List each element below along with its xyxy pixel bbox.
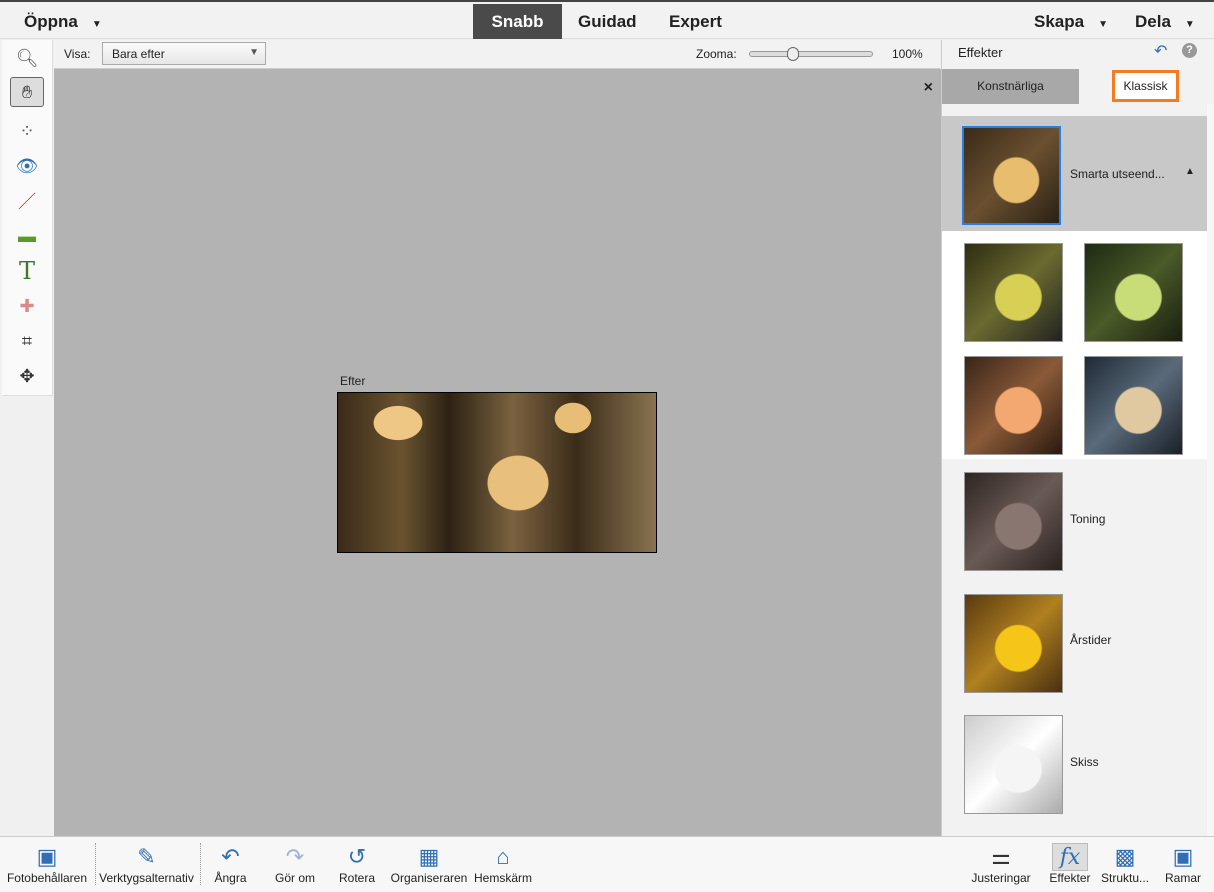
button-label: Justeringar — [971, 871, 1031, 885]
open-label: Öppna — [24, 12, 78, 31]
variant-thumbnail[interactable] — [1084, 243, 1183, 342]
item-label: Toning — [1070, 512, 1106, 526]
effects-list: Toning Årstider Skiss — [942, 459, 1207, 836]
button-label: Hemskärm — [473, 871, 532, 885]
zoom-tool-icon[interactable]: 🔍︎ — [10, 43, 44, 73]
thumbnail-toning[interactable] — [964, 472, 1063, 571]
spot-healing-tool-icon[interactable]: ✚ — [10, 291, 44, 321]
adjustments-button[interactable]: ⚌ Justeringar — [966, 843, 1036, 885]
undo-button[interactable]: ↶ Ångra — [200, 843, 260, 885]
home-screen-button[interactable]: ⌂ Hemskärm — [472, 843, 534, 885]
tab-klassisk[interactable]: Klassisk — [1112, 70, 1179, 102]
button-label: Ångra — [214, 871, 247, 885]
organizer-button[interactable]: ▦ Organiseraren — [388, 843, 470, 885]
redo-icon: ↷ — [285, 844, 305, 869]
thumbnail-sketch[interactable] — [964, 715, 1063, 814]
crop-tool-icon[interactable]: ⌗ — [10, 326, 44, 356]
chevron-down-icon: ▼ — [1098, 19, 1108, 30]
whiten-teeth-tool-icon[interactable]: ／ — [10, 186, 44, 216]
toolbox: 🔍︎ ✋︎ ⁘ 👁︎ ／ ▬ T ✚ ⌗ ✥ — [2, 40, 53, 396]
chevron-down-icon: ▼ — [249, 47, 259, 58]
button-label: Verktygsalternativ — [99, 871, 194, 885]
move-tool-icon[interactable]: ✥ — [10, 361, 44, 391]
mode-guidad[interactable]: Guidad — [578, 4, 637, 39]
thumbnail-seasons[interactable] — [964, 594, 1063, 693]
photo-bin-button[interactable]: ▣ Fotobehållaren — [2, 843, 92, 885]
bottom-bar: ▣ Fotobehållaren ✎ Verktygsalternativ ↶ Ång… — [0, 836, 1214, 892]
fx-icon: fx — [1052, 843, 1088, 871]
list-item-smart-looks[interactable]: Smarta utseend... ▲ — [942, 116, 1207, 231]
straighten-tool-icon[interactable]: ▬ — [10, 221, 44, 251]
red-eye-tool-icon[interactable]: 👁︎ — [10, 151, 44, 181]
variants-grid — [942, 231, 1207, 459]
item-label: Årstider — [1070, 633, 1112, 647]
button-label: Rotera — [338, 871, 376, 885]
textures-icon: ▩ — [1114, 844, 1136, 869]
photo-bin-icon: ▣ — [36, 844, 58, 869]
button-label: Organiseraren — [390, 871, 468, 885]
text-tool-icon[interactable]: T — [10, 256, 44, 286]
view-label: Visa: — [64, 47, 91, 61]
top-bar: Öppna ▼ Snabb Guidad Expert Skapa ▼ Dela ▼ — [0, 0, 1214, 39]
help-icon[interactable]: ? — [1182, 43, 1197, 58]
zoom-slider[interactable] — [749, 47, 873, 61]
view-value: Bara efter — [112, 47, 165, 61]
photo — [337, 392, 657, 553]
zoom-value: 100% — [892, 47, 923, 61]
tool-options-button[interactable]: ✎ Verktygsalternativ — [95, 843, 197, 885]
redo-button[interactable]: ↷ Gör om — [268, 843, 322, 885]
button-label: Fotobehållaren — [6, 871, 88, 885]
zoom-label: Zooma: — [696, 47, 737, 61]
frames-icon: ▣ — [1172, 844, 1194, 869]
tool-options-bar: Visa: Bara efter ▼ Zooma: 100% — [54, 40, 940, 69]
rotate-button[interactable]: ↺ Rotera — [330, 843, 384, 885]
share-label: Dela — [1135, 12, 1171, 31]
open-menu[interactable]: Öppna ▼ — [24, 4, 102, 39]
item-label: Skiss — [1070, 755, 1099, 769]
panel-title: Effekter — [958, 45, 1003, 60]
create-menu[interactable]: Skapa ▼ — [1034, 4, 1108, 39]
share-menu[interactable]: Dela ▼ — [1135, 4, 1195, 39]
tab-konstnarliga[interactable]: Konstnärliga — [942, 69, 1079, 104]
effects-button[interactable]: fx Effekter — [1044, 843, 1096, 885]
tool-options-icon: ✎ — [137, 844, 156, 869]
button-label: Gör om — [274, 871, 315, 885]
undo-icon: ↶ — [221, 844, 240, 869]
button-label: Ramar — [1164, 871, 1201, 885]
hand-tool-icon[interactable]: ✋︎ — [10, 77, 44, 107]
variant-thumbnail[interactable] — [1084, 356, 1183, 455]
button-label: Effekter — [1049, 871, 1091, 885]
effects-panel: Effekter ↶ ? Konstnärliga Klassisk Smart… — [941, 40, 1214, 836]
quick-selection-tool-icon[interactable]: ⁘ — [10, 116, 44, 146]
thumbnail — [962, 126, 1061, 225]
mode-expert[interactable]: Expert — [669, 4, 722, 39]
variant-thumbnail[interactable] — [964, 356, 1063, 455]
button-label: Struktu... — [1100, 871, 1150, 885]
frames-button[interactable]: ▣ Ramar — [1158, 843, 1208, 885]
mode-snabb[interactable]: Snabb — [473, 4, 562, 39]
organizer-icon: ▦ — [418, 844, 440, 869]
zoom-slider-handle[interactable] — [786, 47, 799, 61]
home-icon: ⌂ — [496, 844, 510, 869]
view-select[interactable]: Bara efter ▼ — [102, 42, 266, 65]
reset-icon[interactable]: ↶ — [1154, 41, 1167, 61]
item-label: Smarta utseend... — [1070, 167, 1165, 181]
close-icon[interactable]: × — [924, 79, 933, 97]
rotate-icon: ↺ — [347, 844, 367, 869]
chevron-down-icon: ▼ — [1184, 19, 1195, 30]
textures-button[interactable]: ▩ Struktu... — [1098, 843, 1152, 885]
variant-thumbnail[interactable] — [964, 243, 1063, 342]
image-view-label: Efter — [340, 374, 366, 388]
create-label: Skapa — [1034, 12, 1085, 31]
adjustments-icon: ⚌ — [991, 844, 1011, 869]
scrollbar[interactable] — [1207, 104, 1214, 836]
chevron-down-icon: ▼ — [91, 19, 102, 30]
chevron-up-icon[interactable]: ▲ — [1185, 166, 1195, 177]
